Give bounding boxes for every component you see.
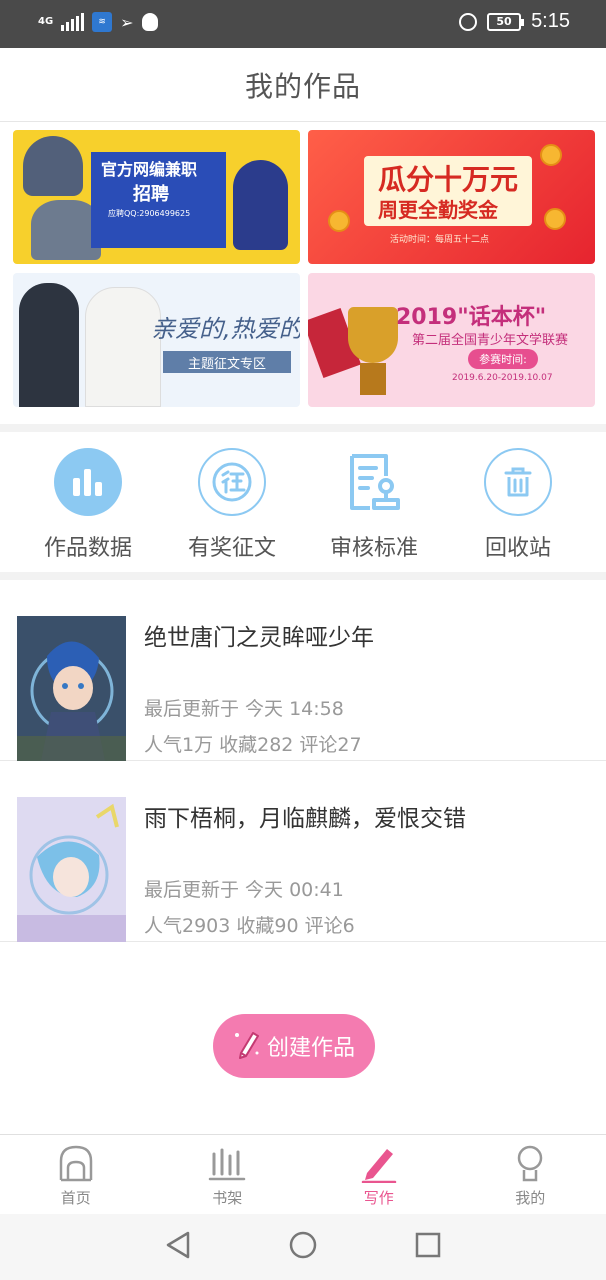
create-work-label: 创建作品 [266,1036,355,1061]
banner-grid: 官方网编兼职 招聘 应聘QQ:2906499625 瓜分十万元 周更全勤奖金 活… [0,122,606,424]
work-item[interactable]: 雨下梧桐，月临麒麟，爱恨交错 最后更新于 今天 00:41 人气2903 收藏9… [0,761,606,942]
quick-item-label: 有奖征文 [187,536,276,561]
banner-recruit[interactable]: 官方网编兼职 招聘 应聘QQ:2906499625 [13,130,300,264]
section-divider [0,424,606,432]
review-standard-icon [340,448,408,516]
tab-profile[interactable]: 我的 [455,1135,606,1214]
tab-label: 首页 [60,1189,91,1207]
illustration-person [85,287,161,407]
work-stats: 人气1万 收藏282 评论27 [144,734,362,756]
tab-label: 写作 [363,1189,394,1207]
create-work-button[interactable]: 创建作品 [213,1014,375,1078]
page-title: 我的作品 [244,69,361,103]
profile-icon [510,1143,550,1183]
works-list: 绝世唐门之灵眸哑少年 最后更新于 今天 14:58 人气1万 收藏282 评论2… [0,580,606,942]
illustration-person [233,160,288,250]
quick-menu: 作品数据 有奖征文 审核标准 回收站 [0,432,606,572]
qq-icon [141,13,158,31]
quick-item-label: 作品数据 [43,536,132,561]
banner-tag: 参赛时间: [468,349,538,369]
trash-icon [484,448,552,516]
banner-contest[interactable]: 2019"话本杯" 第二届全国青少年文学联赛 参赛时间: 2019.6.20-2… [308,273,595,407]
work-title: 绝世唐门之灵眸哑少年 [144,625,374,651]
home-circle-icon[interactable] [288,1230,318,1264]
clock: 5:15 [531,10,570,32]
work-cover [17,616,126,761]
alarm-icon [459,12,478,31]
quick-item-label: 回收站 [484,536,551,561]
quick-item-review-standard[interactable]: 审核标准 [314,448,434,562]
section-divider [0,572,606,580]
coin-icon [544,208,566,230]
trophy-base [360,363,386,395]
banner-tag: 主题征文专区 [163,351,291,373]
bookshelf-icon [207,1143,247,1183]
tab-label: 我的 [515,1189,546,1207]
page-header: 我的作品 [0,48,606,122]
write-icon [359,1143,399,1183]
quick-item-trash[interactable]: 回收站 [458,448,578,562]
status-bar: 4G ≋ ➢ 50 5:15 [0,0,606,48]
illustration-person [19,283,79,407]
recent-apps-icon[interactable] [414,1231,442,1263]
signal-icon [61,13,85,31]
system-nav-bar [0,1214,606,1280]
illustration-person [23,136,83,196]
banner-title: 官方网编兼职 [101,160,198,179]
trophy-icon [348,307,398,363]
banner-title: 瓜分十万元 [378,163,519,196]
tab-label: 书架 [212,1189,243,1207]
work-updated-time: 最后更新于 今天 00:41 [144,879,344,901]
banner-subtitle: 周更全勤奖金 [378,198,498,222]
work-item[interactable]: 绝世唐门之灵眸哑少年 最后更新于 今天 14:58 人气1万 收藏282 评论2… [0,580,606,761]
work-stats: 人气2903 收藏90 评论6 [144,915,355,937]
quick-item-work-data[interactable]: 作品数据 [28,448,148,562]
banner-caption: 2019.6.20-2019.10.07 [452,373,553,383]
home-icon [56,1143,96,1183]
banner-contact: 应聘QQ:2906499625 [108,209,191,218]
bar-chart-icon [54,448,122,516]
work-title: 雨下梧桐，月临麒麟，爱恨交错 [144,806,466,832]
banner-caption: 活动时间：每周五十二点 [390,235,490,245]
send-icon: ➢ [120,12,134,32]
banner-reward[interactable]: 瓜分十万元 周更全勤奖金 活动时间：每周五十二点 [308,130,595,264]
quick-item-contest[interactable]: 有奖征文 [172,448,292,562]
wifi-icon: ≋ [92,12,113,32]
network-type: 4G [38,16,54,27]
contest-icon [198,448,266,516]
work-cover [17,797,126,942]
pencil-icon [233,1027,261,1065]
coin-icon [328,210,350,232]
banner-title: 2019"话本杯" [396,305,547,330]
coin-icon [540,144,562,166]
banner-subtitle: 第二届全国青少年文学联赛 [412,333,569,348]
tab-write[interactable]: 写作 [303,1135,455,1214]
tab-bookshelf[interactable]: 书架 [152,1135,304,1214]
banner-theme[interactable]: 亲爱的,热爱的 主题征文专区 [13,273,300,407]
tab-home[interactable]: 首页 [0,1135,152,1214]
banner-subtitle: 招聘 [133,184,169,205]
battery-icon: 50 [487,12,525,31]
work-updated-time: 最后更新于 今天 14:58 [144,698,344,720]
quick-item-label: 审核标准 [329,536,418,561]
bottom-tab-bar: 首页 书架 写作 我的 [0,1134,606,1214]
banner-title: 亲爱的,热爱的 [151,315,300,343]
back-icon[interactable] [164,1230,192,1264]
